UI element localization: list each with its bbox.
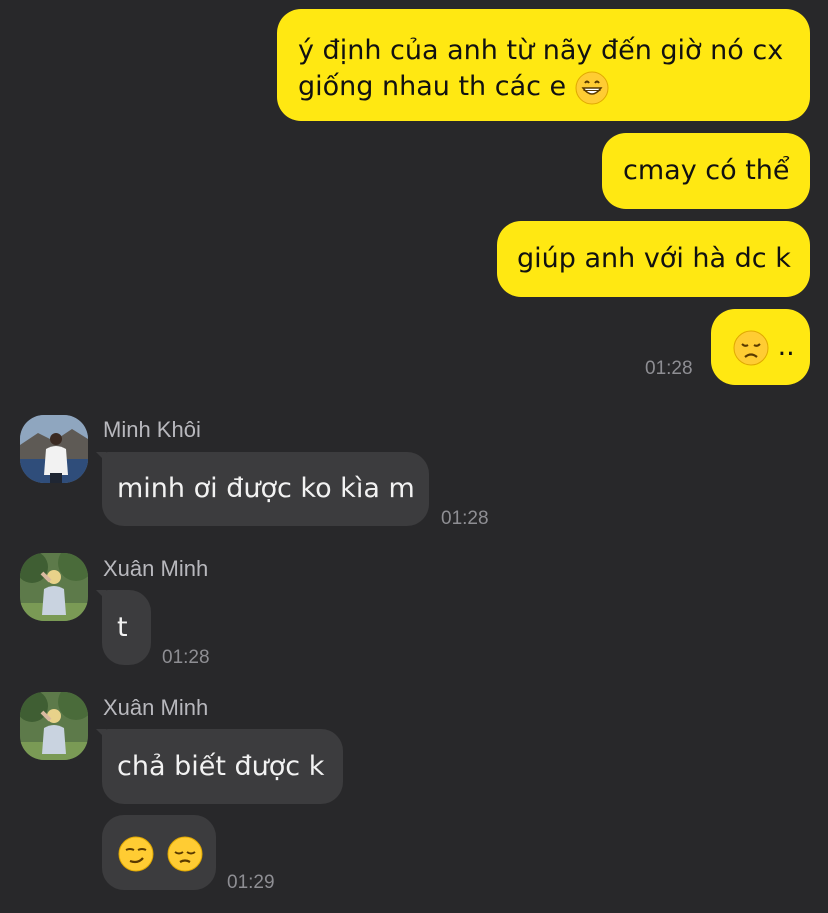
sender-name: Xuân Minh — [103, 556, 209, 581]
outgoing-message-bubble[interactable]: ý định của anh từ nãy đến giờ nó cx giốn… — [277, 9, 810, 121]
message-timestamp: 01:29 — [227, 872, 275, 893]
message-timestamp: 01:28 — [441, 508, 489, 529]
avatar-xuan-minh[interactable] — [20, 553, 88, 621]
avatar-minh-khoi[interactable] — [20, 415, 88, 483]
message-text: giống nhau th các e — [298, 69, 790, 105]
outgoing-message-bubble[interactable]: giúp anh với hà dc k — [497, 221, 810, 297]
grinning-face-emoji-icon — [575, 71, 609, 104]
message-timestamp: 01:28 — [645, 358, 693, 379]
message-timestamp: 01:28 — [162, 647, 210, 668]
incoming-message-bubble[interactable]: t — [102, 590, 151, 665]
message-text: t — [117, 612, 128, 643]
message-text: .. — [777, 331, 795, 362]
avatar-xuan-minh[interactable] — [20, 692, 88, 760]
message-text: cmay có thể — [623, 155, 790, 186]
incoming-message-bubble[interactable]: minh ơi được ko kìa m — [102, 452, 429, 526]
incoming-message-bubble[interactable] — [102, 815, 216, 890]
outgoing-message-bubble[interactable]: cmay có thể — [602, 133, 810, 209]
smirking-face-emoji-icon — [118, 836, 163, 871]
sender-name: Minh Khôi — [103, 417, 201, 442]
sender-name: Xuân Minh — [103, 695, 209, 720]
message-text: minh ơi được ko kìa m — [117, 473, 415, 504]
disappointed-face-emoji-icon — [733, 330, 778, 365]
pensive-face-emoji-icon — [167, 836, 203, 871]
message-text: giúp anh với hà dc k — [517, 243, 791, 274]
message-text: chả biết được k — [117, 751, 325, 782]
incoming-message-bubble[interactable]: chả biết được k — [102, 729, 343, 804]
outgoing-message-bubble[interactable]: .. — [711, 309, 810, 385]
message-text: ý định của anh từ nãy đến giờ nó cx — [298, 35, 784, 66]
